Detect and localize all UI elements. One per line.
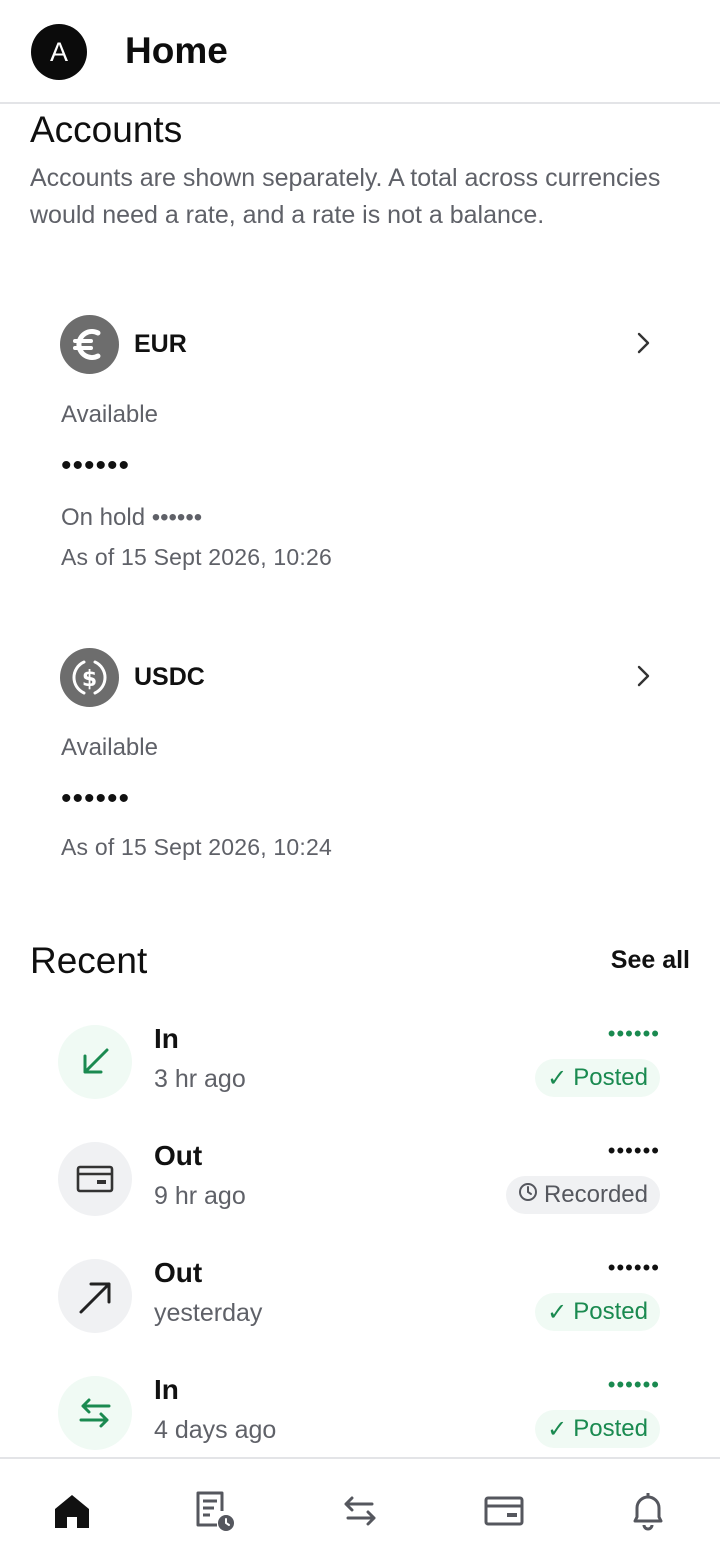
available-balance: •••••• bbox=[61, 449, 131, 482]
transaction-title: In bbox=[154, 1023, 179, 1054]
transaction-time: 4 days ago bbox=[154, 1416, 277, 1444]
accounts-note: Accounts are shown separately. A total a… bbox=[30, 164, 661, 229]
chevron-right-icon[interactable] bbox=[628, 661, 658, 691]
transaction-time: 9 hr ago bbox=[154, 1182, 246, 1210]
transaction-time: 3 hr ago bbox=[154, 1065, 246, 1093]
check-icon: ✓ bbox=[547, 1298, 568, 1326]
chevron-right-icon[interactable] bbox=[628, 328, 658, 358]
accounts-title: Accounts bbox=[30, 109, 183, 150]
status-badge: ✓ Posted bbox=[535, 1059, 660, 1097]
card-icon bbox=[58, 1142, 132, 1216]
nav-home[interactable] bbox=[48, 1487, 96, 1535]
on-hold-amount: On hold •••••• bbox=[61, 504, 203, 531]
transaction-amount: •••••• bbox=[607, 1372, 660, 1397]
transaction-row[interactable]: In 3 hr ago •••••• ✓ Posted bbox=[58, 1021, 670, 1105]
available-label: Available bbox=[61, 734, 158, 761]
nav-cards[interactable] bbox=[480, 1487, 528, 1535]
account-code: USDC bbox=[134, 663, 205, 691]
recent-title: Recent bbox=[30, 940, 148, 981]
page-title: Home bbox=[125, 30, 228, 71]
euro-icon bbox=[60, 315, 119, 374]
app-header: A Home bbox=[0, 0, 720, 104]
status-badge: ✓ Posted bbox=[535, 1410, 660, 1448]
nav-statements[interactable] bbox=[190, 1487, 238, 1535]
bottom-nav bbox=[0, 1457, 720, 1561]
nav-transfers[interactable] bbox=[336, 1487, 384, 1535]
as-of-timestamp: As of 15 Sept 2026, 10:24 bbox=[61, 834, 332, 860]
as-of-timestamp: As of 15 Sept 2026, 10:26 bbox=[61, 544, 332, 570]
card-icon bbox=[484, 1496, 524, 1526]
account-card-eur[interactable]: EUR Available •••••• On hold •••••• As o… bbox=[60, 315, 670, 575]
transfer-arrows-icon bbox=[344, 1496, 376, 1526]
account-card-usdc[interactable]: $ USDC Available •••••• As of 15 Sept 20… bbox=[60, 648, 670, 868]
bell-icon bbox=[633, 1493, 663, 1531]
transaction-time: yesterday bbox=[154, 1299, 263, 1327]
dollar-circle-icon: $ bbox=[60, 648, 119, 707]
transaction-title: Out bbox=[154, 1140, 203, 1171]
transfer-icon bbox=[58, 1376, 132, 1450]
transaction-title: Out bbox=[154, 1257, 203, 1288]
transaction-amount: •••••• bbox=[607, 1138, 660, 1163]
statement-clock-icon bbox=[196, 1491, 234, 1531]
clock-icon bbox=[518, 1181, 538, 1209]
transaction-row[interactable]: Out yesterday •••••• ✓ Posted bbox=[58, 1255, 670, 1339]
see-all-link[interactable]: See all bbox=[611, 946, 690, 975]
check-icon: ✓ bbox=[547, 1064, 568, 1092]
status-badge: ✓ Posted bbox=[535, 1293, 660, 1331]
status-label: Posted bbox=[573, 1064, 648, 1091]
arrow-down-left-icon bbox=[58, 1025, 132, 1099]
status-label: Recorded bbox=[543, 1181, 648, 1208]
available-balance: •••••• bbox=[61, 782, 131, 815]
transaction-amount: •••••• bbox=[607, 1255, 660, 1280]
transaction-title: In bbox=[154, 1374, 179, 1405]
nav-notifications[interactable] bbox=[624, 1487, 672, 1535]
transaction-row[interactable]: In 4 days ago •••••• ✓ Posted bbox=[58, 1372, 670, 1456]
status-label: Posted bbox=[573, 1298, 648, 1325]
status-badge: Recorded bbox=[505, 1176, 660, 1214]
svg-text:$: $ bbox=[82, 667, 97, 692]
status-label: Posted bbox=[573, 1415, 648, 1442]
available-label: Available bbox=[61, 401, 158, 428]
home-icon bbox=[55, 1495, 89, 1528]
arrow-up-right-icon bbox=[58, 1259, 132, 1333]
transaction-row[interactable]: Out 9 hr ago •••••• Recorded bbox=[58, 1138, 670, 1222]
check-icon: ✓ bbox=[547, 1415, 568, 1443]
avatar[interactable]: A bbox=[31, 24, 87, 80]
transaction-amount: •••••• bbox=[607, 1021, 660, 1046]
account-code: EUR bbox=[134, 330, 187, 358]
